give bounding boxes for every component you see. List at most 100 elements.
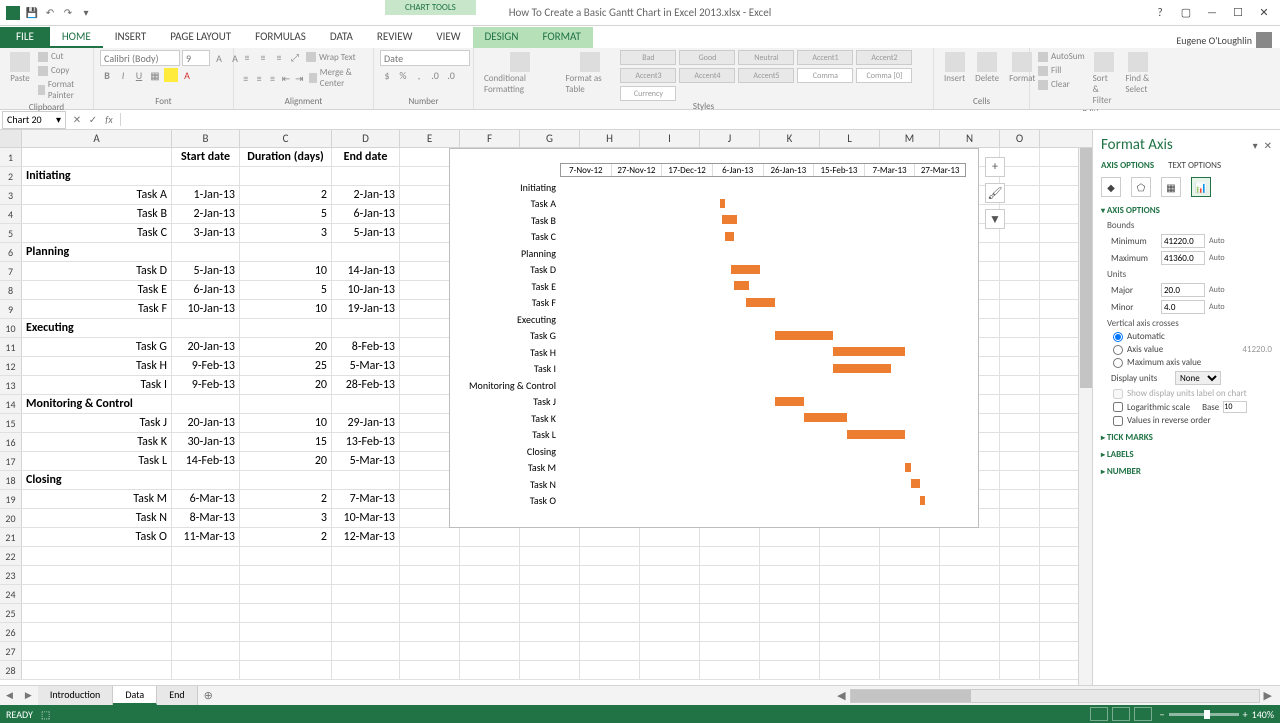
cell[interactable] <box>240 471 332 489</box>
col-header[interactable]: M <box>880 130 940 147</box>
cell[interactable] <box>460 528 520 546</box>
cell[interactable] <box>700 604 760 622</box>
cell[interactable] <box>940 642 1000 660</box>
chart-filters-button[interactable]: ▼ <box>985 209 1005 229</box>
cell[interactable] <box>22 661 172 679</box>
clear-button[interactable]: Clear <box>1036 78 1087 91</box>
cell[interactable] <box>1000 566 1040 584</box>
cell[interactable]: 20 <box>240 452 332 470</box>
style-chip[interactable]: Accent4 <box>679 68 735 83</box>
cell[interactable] <box>640 661 700 679</box>
cell[interactable] <box>820 585 880 603</box>
ribbon-tab-data[interactable]: DATA <box>318 27 365 48</box>
sort-filter-button[interactable]: Sort & Filter <box>1089 50 1120 108</box>
cell[interactable]: 10-Jan-13 <box>172 300 240 318</box>
cell[interactable] <box>700 566 760 584</box>
fill-line-icon[interactable]: ◆ <box>1101 177 1121 197</box>
col-header[interactable]: D <box>332 130 400 147</box>
gantt-bar[interactable] <box>746 298 775 307</box>
cell[interactable] <box>1000 205 1040 223</box>
minimize-icon[interactable]: — <box>1200 4 1224 22</box>
cell[interactable]: 8-Mar-13 <box>172 509 240 527</box>
gantt-bar[interactable] <box>775 331 833 340</box>
cell[interactable]: Closing <box>22 471 172 489</box>
cell[interactable]: 12-Mar-13 <box>332 528 400 546</box>
cell[interactable]: Task J <box>22 414 172 432</box>
cell[interactable] <box>240 566 332 584</box>
macro-record-icon[interactable]: ⬚ <box>41 708 50 721</box>
size-props-icon[interactable]: ▦ <box>1161 177 1181 197</box>
cell[interactable] <box>460 642 520 660</box>
cell[interactable] <box>1000 167 1040 185</box>
col-header[interactable]: G <box>520 130 580 147</box>
cell[interactable]: Task I <box>22 376 172 394</box>
font-color-button[interactable]: A <box>180 68 194 82</box>
cell[interactable] <box>700 585 760 603</box>
horizontal-scrollbar[interactable]: ◀ ▶ <box>219 689 1280 703</box>
cell[interactable] <box>1000 243 1040 261</box>
row-header[interactable]: 20 <box>0 509 22 527</box>
cell[interactable] <box>172 642 240 660</box>
ribbon-tab-home[interactable]: HOME <box>50 27 103 48</box>
cell[interactable]: 20 <box>240 338 332 356</box>
style-chip[interactable]: Comma <box>797 68 853 83</box>
row-header[interactable]: 17 <box>0 452 22 470</box>
cell[interactable] <box>880 604 940 622</box>
cell[interactable] <box>1000 262 1040 280</box>
cell[interactable] <box>240 547 332 565</box>
gantt-bar[interactable] <box>833 364 891 373</box>
cell[interactable] <box>172 547 240 565</box>
new-sheet-button[interactable]: ⊕ <box>198 689 219 702</box>
cell[interactable]: 5 <box>240 281 332 299</box>
cell[interactable] <box>22 566 172 584</box>
cell[interactable]: 5-Mar-13 <box>332 452 400 470</box>
cell[interactable] <box>820 528 880 546</box>
cell[interactable] <box>172 243 240 261</box>
cell[interactable]: Task L <box>22 452 172 470</box>
percent-icon[interactable]: % <box>396 68 410 82</box>
cell[interactable]: 10 <box>240 414 332 432</box>
cell[interactable] <box>240 642 332 660</box>
zoom-slider[interactable] <box>1169 713 1239 716</box>
cell[interactable] <box>520 528 580 546</box>
cell[interactable] <box>520 547 580 565</box>
style-chip[interactable]: Comma [0] <box>856 68 912 83</box>
cell[interactable] <box>1000 224 1040 242</box>
cell[interactable] <box>332 623 400 641</box>
labels-section[interactable]: LABELS <box>1101 449 1272 460</box>
copy-button[interactable]: Copy <box>36 64 87 77</box>
cell[interactable] <box>460 566 520 584</box>
log-base-input[interactable] <box>1223 401 1247 413</box>
align-bot-icon[interactable]: ≡ <box>272 50 286 64</box>
cell[interactable]: 6-Jan-13 <box>332 205 400 223</box>
align-mid-icon[interactable]: ≡ <box>256 50 270 64</box>
cell[interactable] <box>520 661 580 679</box>
cell[interactable] <box>1000 395 1040 413</box>
style-chip[interactable]: Accent1 <box>797 50 853 65</box>
cell[interactable]: 14-Jan-13 <box>332 262 400 280</box>
cell[interactable] <box>400 566 460 584</box>
cell[interactable] <box>820 547 880 565</box>
row-header[interactable]: 8 <box>0 281 22 299</box>
cell[interactable] <box>1000 509 1040 527</box>
align-top-icon[interactable]: ≡ <box>240 50 254 64</box>
cell[interactable] <box>400 642 460 660</box>
cell[interactable] <box>640 566 700 584</box>
fx-icon[interactable]: fx <box>102 113 116 126</box>
cell[interactable] <box>940 661 1000 679</box>
cell[interactable] <box>1000 414 1040 432</box>
col-header[interactable]: J <box>700 130 760 147</box>
row-header[interactable]: 9 <box>0 300 22 318</box>
cell[interactable]: 2 <box>240 528 332 546</box>
normal-view-button[interactable] <box>1090 707 1108 721</box>
cell[interactable]: 3 <box>240 509 332 527</box>
cell[interactable] <box>640 547 700 565</box>
cell[interactable]: 19-Jan-13 <box>332 300 400 318</box>
chart-plot-area[interactable]: InitiatingTask ATask BTask CPlanningTask… <box>450 179 966 509</box>
cancel-formula-icon[interactable]: ✕ <box>70 113 84 126</box>
col-header[interactable]: O <box>1000 130 1040 147</box>
cell[interactable]: 30-Jan-13 <box>172 433 240 451</box>
indent-dec-icon[interactable]: ⇤ <box>280 71 291 85</box>
cell[interactable] <box>940 547 1000 565</box>
crosses-value-radio[interactable] <box>1113 345 1123 355</box>
